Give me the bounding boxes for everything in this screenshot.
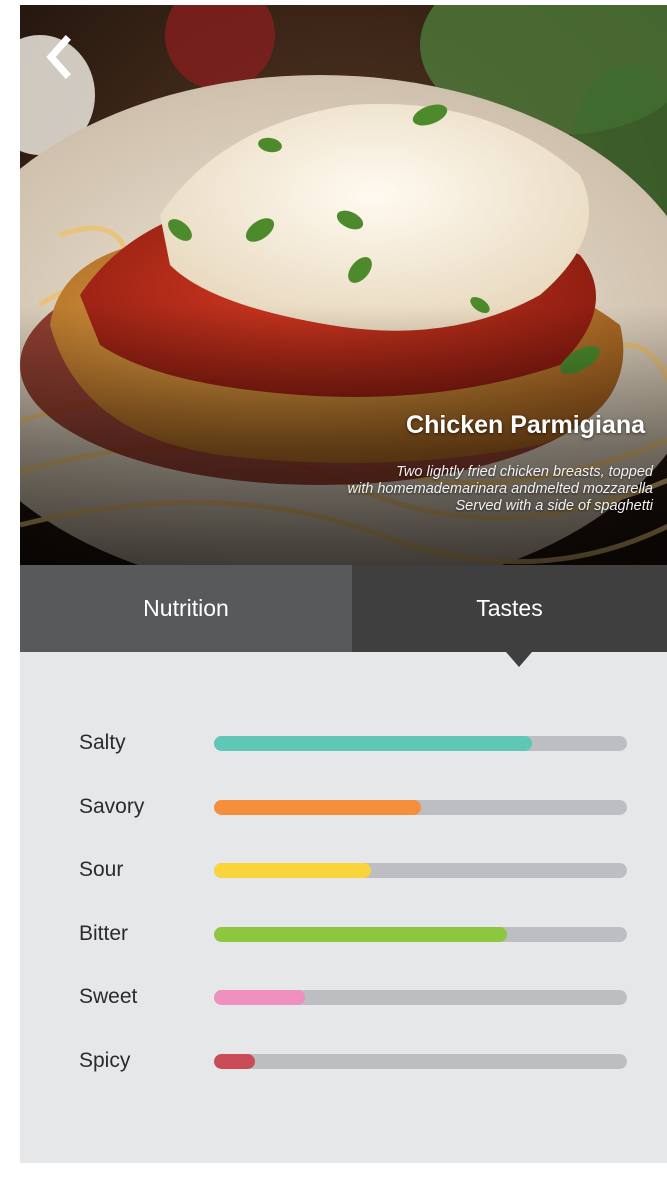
tab-label: Nutrition <box>143 595 229 621</box>
dish-detail-screen: Chicken Parmigiana Two lightly fried chi… <box>20 5 667 1163</box>
taste-row-savory: Savory <box>20 787 667 827</box>
taste-row-bitter: Bitter <box>20 914 667 954</box>
taste-bar-fill <box>214 927 508 942</box>
tab-label: Tastes <box>476 595 543 621</box>
description-line: Two lightly fried chicken breasts, toppe… <box>396 464 653 480</box>
taste-bar-fill <box>214 863 371 878</box>
taste-bar-fill <box>214 736 532 751</box>
tab-tastes[interactable]: Tastes <box>352 565 667 667</box>
taste-label: Savory <box>79 795 145 818</box>
tab-nutrition[interactable]: Nutrition <box>20 565 352 652</box>
chevron-left-icon <box>46 35 71 79</box>
taste-row-sour: Sour <box>20 850 667 890</box>
dish-description: Two lightly fried chicken breasts, toppe… <box>348 464 653 515</box>
dish-title: Chicken Parmigiana <box>406 411 645 439</box>
taste-row-spicy: Spicy <box>20 1041 667 1081</box>
taste-bar-track <box>214 990 627 1005</box>
dish-hero: Chicken Parmigiana Two lightly fried chi… <box>20 5 667 565</box>
taste-bar-track <box>214 1054 627 1069</box>
tab-bar: Nutrition Tastes <box>20 565 667 667</box>
taste-bar-track <box>214 800 627 815</box>
description-line: Served with a side of spaghetti <box>455 498 653 514</box>
taste-row-salty: Salty <box>20 723 667 763</box>
taste-bar-fill <box>214 1054 256 1069</box>
back-button[interactable] <box>42 35 76 79</box>
taste-bar-track <box>214 863 627 878</box>
taste-label: Salty <box>79 731 126 754</box>
taste-label: Bitter <box>79 922 129 945</box>
description-line: with homemademarinara andmelted mozzarel… <box>347 481 653 497</box>
taste-label: Sour <box>79 858 124 881</box>
taste-row-sweet: Sweet <box>20 977 667 1017</box>
taste-bar-fill <box>214 990 305 1005</box>
active-tab-indicator <box>506 652 532 667</box>
taste-bar-fill <box>214 800 421 815</box>
taste-label: Sweet <box>79 985 138 1008</box>
taste-bar-track <box>214 927 627 942</box>
taste-bar-track <box>214 736 627 751</box>
taste-label: Spicy <box>79 1049 131 1072</box>
